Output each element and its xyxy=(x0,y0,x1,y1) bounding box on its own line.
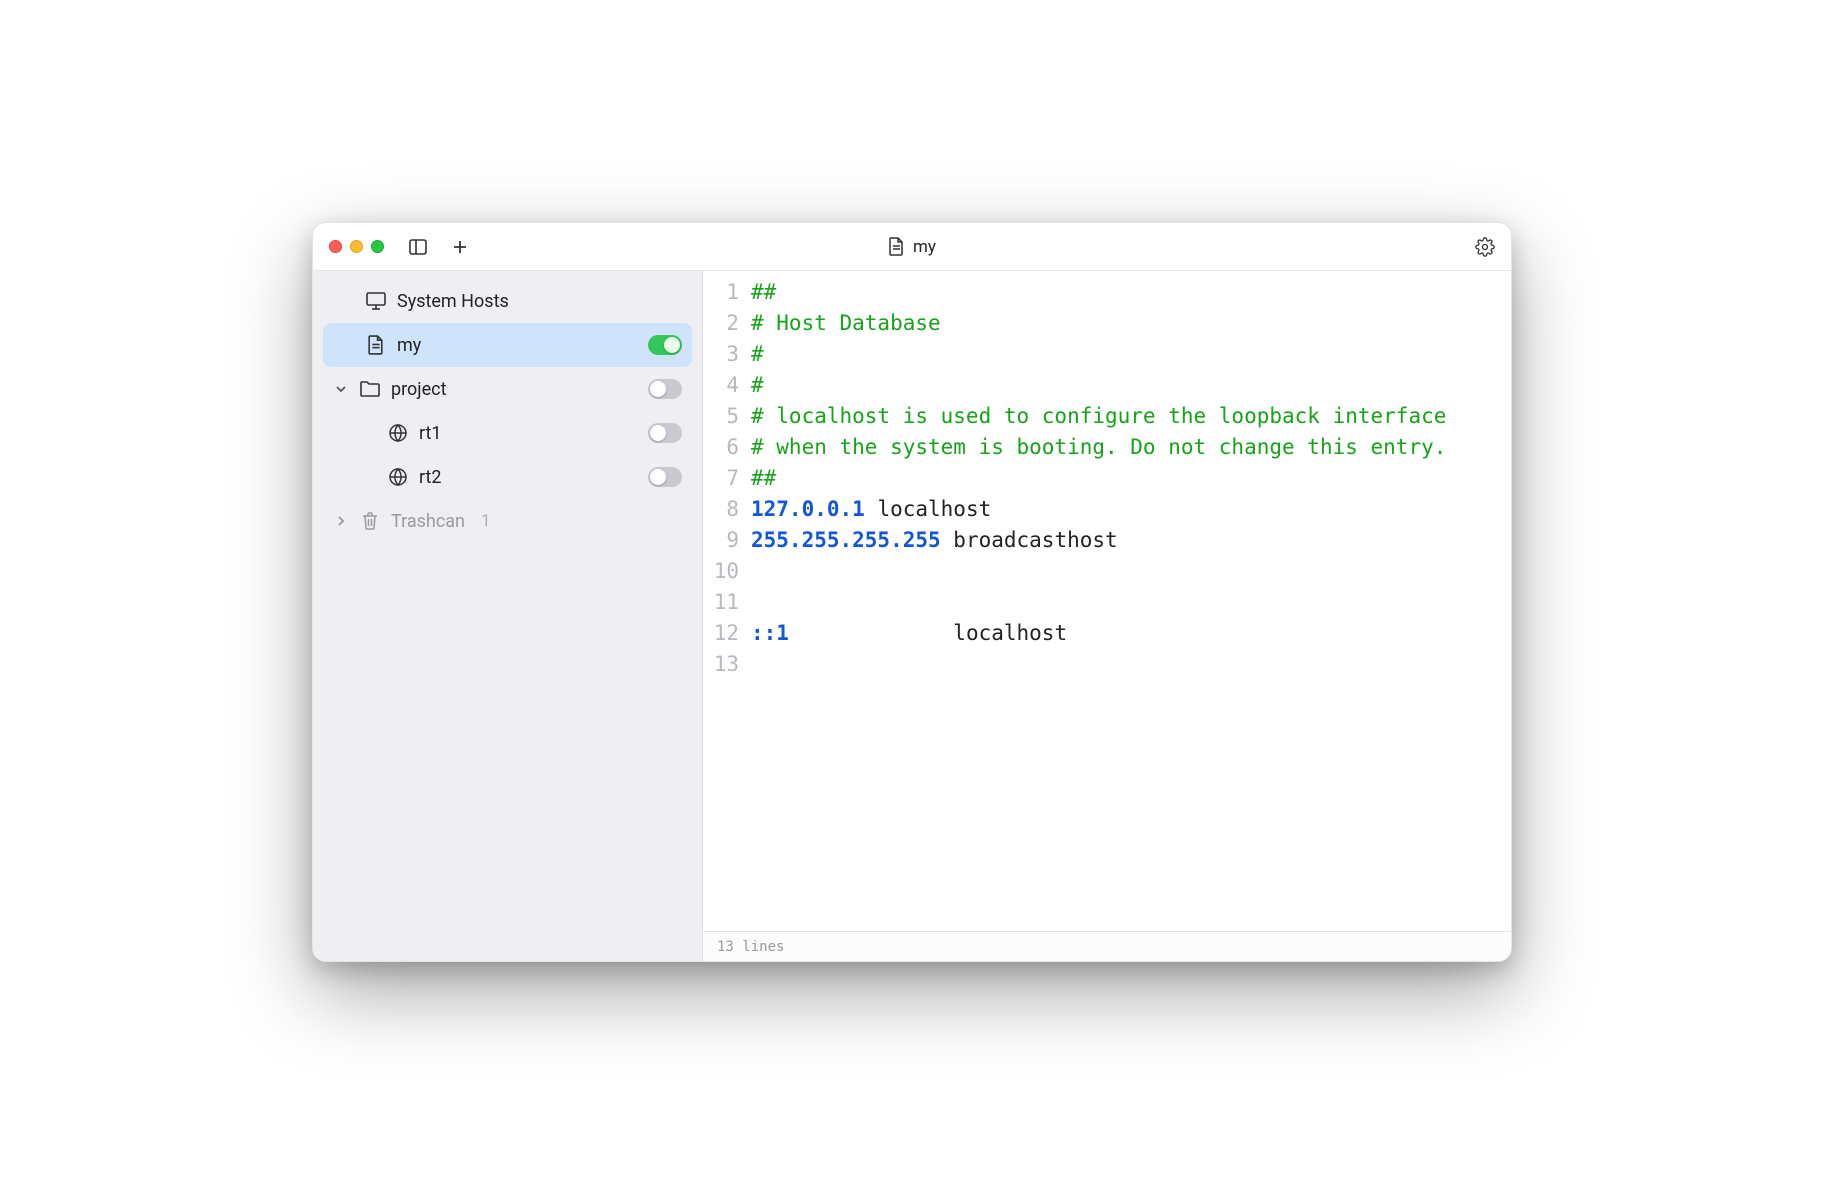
plus-icon xyxy=(452,239,468,255)
code-line: 13 xyxy=(703,649,1511,680)
sidebar-item-label: rt2 xyxy=(419,467,442,488)
globe-icon xyxy=(387,466,409,488)
sidebar-item-rt1[interactable]: rt1 xyxy=(323,411,692,455)
window-controls xyxy=(329,240,384,253)
line-content: # when the system is booting. Do not cha… xyxy=(751,432,1446,463)
trashcan-count: 1 xyxy=(481,511,491,531)
code-line: 9255.255.255.255 broadcasthost xyxy=(703,525,1511,556)
line-number: 12 xyxy=(703,618,751,649)
line-content: 127.0.0.1 localhost xyxy=(751,494,991,525)
add-button[interactable] xyxy=(450,237,470,257)
toggle-sidebar-button[interactable] xyxy=(408,237,428,257)
window-title: my xyxy=(313,237,1511,257)
line-number: 7 xyxy=(703,463,751,494)
file-icon xyxy=(365,334,387,356)
globe-icon xyxy=(387,422,409,444)
code-line: 6# when the system is booting. Do not ch… xyxy=(703,432,1511,463)
code-line: 12::1 localhost xyxy=(703,618,1511,649)
line-content: ## xyxy=(751,463,776,494)
chevron-right-icon xyxy=(333,515,349,527)
code-line: 11 xyxy=(703,587,1511,618)
line-content: # xyxy=(751,370,764,401)
titlebar: my xyxy=(313,223,1511,271)
close-window-button[interactable] xyxy=(329,240,342,253)
line-number: 4 xyxy=(703,370,751,401)
gear-icon xyxy=(1475,237,1495,257)
line-number: 13 xyxy=(703,649,751,680)
file-icon xyxy=(888,237,905,256)
sidebar-icon xyxy=(409,239,427,255)
line-content: # localhost is used to configure the loo… xyxy=(751,401,1446,432)
sidebar-item-label: Trashcan xyxy=(391,511,465,532)
fullscreen-window-button[interactable] xyxy=(371,240,384,253)
code-line: 3# xyxy=(703,339,1511,370)
line-content: ::1 localhost xyxy=(751,618,1067,649)
line-content: ## xyxy=(751,277,776,308)
settings-button[interactable] xyxy=(1475,237,1495,257)
line-number: 1 xyxy=(703,277,751,308)
sidebar-item-label: my xyxy=(397,335,421,356)
line-number: 3 xyxy=(703,339,751,370)
code-line: 4# xyxy=(703,370,1511,401)
folder-icon xyxy=(359,378,381,400)
sidebar-item-trashcan[interactable]: Trashcan 1 xyxy=(323,499,692,543)
code-line: 10 xyxy=(703,556,1511,587)
line-number: 10 xyxy=(703,556,751,587)
code-line: 2# Host Database xyxy=(703,308,1511,339)
sidebar-item-label: System Hosts xyxy=(397,291,509,312)
toggle-rt2[interactable] xyxy=(648,467,682,487)
sidebar-item-label: rt1 xyxy=(419,423,442,444)
line-number: 6 xyxy=(703,432,751,463)
sidebar-item-project[interactable]: project xyxy=(323,367,692,411)
sidebar-item-label: project xyxy=(391,379,446,400)
toggle-my[interactable] xyxy=(648,335,682,355)
code-line: 8127.0.0.1 localhost xyxy=(703,494,1511,525)
sidebar-item-my[interactable]: my xyxy=(323,323,692,367)
code-line: 1## xyxy=(703,277,1511,308)
code-line: 7## xyxy=(703,463,1511,494)
line-content: # Host Database xyxy=(751,308,941,339)
sidebar: System Hosts my xyxy=(313,271,703,961)
line-number: 8 xyxy=(703,494,751,525)
sidebar-item-rt2[interactable]: rt2 xyxy=(323,455,692,499)
line-number: 5 xyxy=(703,401,751,432)
code-area[interactable]: 1##2# Host Database3#4#5# localhost is u… xyxy=(703,271,1511,931)
trash-icon xyxy=(359,510,381,532)
monitor-icon xyxy=(365,290,387,312)
line-number: 2 xyxy=(703,308,751,339)
status-text: 13 lines xyxy=(717,939,784,955)
code-line: 5# localhost is used to configure the lo… xyxy=(703,401,1511,432)
toggle-rt1[interactable] xyxy=(648,423,682,443)
statusbar: 13 lines xyxy=(703,931,1511,961)
line-content: 255.255.255.255 broadcasthost xyxy=(751,525,1118,556)
minimize-window-button[interactable] xyxy=(350,240,363,253)
app-window: my System Hosts xyxy=(312,222,1512,962)
editor: 1##2# Host Database3#4#5# localhost is u… xyxy=(703,271,1511,961)
sidebar-item-system-hosts[interactable]: System Hosts xyxy=(323,279,692,323)
line-content: # xyxy=(751,339,764,370)
line-number: 9 xyxy=(703,525,751,556)
chevron-down-icon xyxy=(333,383,349,395)
toggle-project[interactable] xyxy=(648,379,682,399)
line-number: 11 xyxy=(703,587,751,618)
window-title-text: my xyxy=(913,237,936,257)
